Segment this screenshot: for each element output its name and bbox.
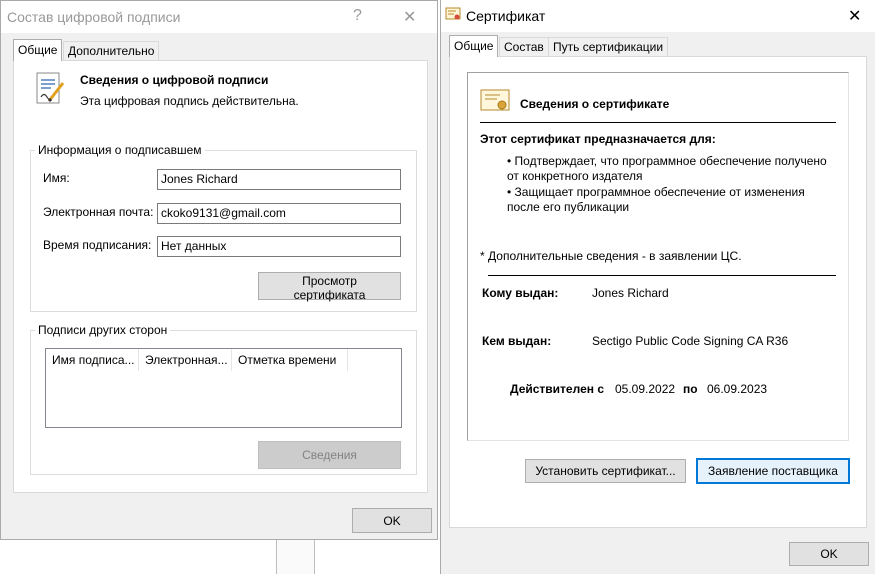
tab-details[interactable]: Состав [499, 37, 549, 57]
ok-button[interactable]: OK [352, 508, 432, 533]
signing-time-field[interactable]: Нет данных [157, 236, 401, 257]
tab-certification-path[interactable]: Путь сертификации [548, 37, 669, 57]
column-header-timestamp[interactable]: Отметка времени [232, 349, 348, 371]
name-field[interactable]: Jones Richard [157, 169, 401, 190]
signature-heading: Сведения о цифровой подписи [80, 73, 269, 87]
window-title: Сертификат [466, 8, 546, 24]
valid-to-label: по [683, 382, 698, 396]
purpose-bullet-1: • Подтверждает, что программное обеспече… [507, 154, 827, 168]
ca-statement-note: * Дополнительные сведения - в заявлении … [480, 249, 742, 263]
signature-status: Эта цифровая подпись действительна. [80, 94, 299, 108]
countersignatures-list[interactable]: Имя подписа... Электронная... Отметка вр… [45, 348, 402, 428]
issued-to-label: Кому выдан: [482, 286, 559, 300]
purpose-bullet-2-continued: после его публикации [507, 200, 630, 214]
email-field[interactable]: ckoko9131@gmail.com [157, 203, 401, 224]
window-title: Состав цифровой подписи [7, 9, 181, 25]
certificate-heading: Сведения о сертификате [520, 97, 670, 111]
details-button[interactable]: Сведения [258, 441, 401, 469]
ok-button[interactable]: OK [789, 542, 869, 566]
issued-to-value: Jones Richard [592, 286, 669, 300]
view-certificate-button[interactable]: Просмотр сертификата [258, 272, 401, 302]
signature-details-window: Состав цифровой подписи ? ✕ Общие Дополн… [0, 0, 438, 540]
tab-general[interactable]: Общие [449, 35, 499, 57]
close-icon[interactable]: ✕ [403, 7, 416, 27]
signature-document-icon [35, 71, 65, 107]
valid-from-value: 05.09.2022 [615, 382, 676, 396]
issued-by-value: Sectigo Public Code Signing CA R36 [592, 334, 789, 348]
signer-info-group-title: Информация о подписавшем [35, 143, 205, 157]
tab-panel: Сведения о сертификате Этот сертификат п… [449, 56, 867, 528]
purpose-title: Этот сертификат предназначается для: [480, 132, 716, 146]
close-icon[interactable]: ✕ [848, 6, 861, 26]
email-label: Электронная почта: [43, 205, 154, 219]
name-label: Имя: [43, 171, 70, 185]
divider-top [480, 122, 836, 123]
divider-bottom [488, 275, 836, 276]
valid-to-value: 06.09.2023 [707, 382, 768, 396]
tab-panel: Сведения о цифровой подписи Эта цифровая… [13, 60, 428, 493]
signing-time-label: Время подписания: [43, 238, 152, 252]
tab-advanced[interactable]: Дополнительно [63, 41, 160, 61]
column-header-email[interactable]: Электронная... [139, 349, 232, 371]
valid-from-label: Действителен с [510, 382, 604, 396]
help-button[interactable]: ? [353, 7, 362, 25]
tab-general[interactable]: Общие [13, 39, 63, 61]
certificate-window: Сертификат ✕ Общие Состав Путь сертифика… [440, 0, 875, 574]
purpose-bullet-2: • Защищает программное обеспечение от из… [507, 185, 805, 199]
purpose-bullet-1-continued: от конкретного издателя [507, 169, 643, 183]
column-header-name[interactable]: Имя подписа... [46, 349, 139, 371]
certificate-info-box: Сведения о сертификате Этот сертификат п… [467, 72, 849, 441]
install-certificate-button[interactable]: Установить сертификат... [525, 459, 686, 483]
certificate-small-icon [445, 6, 461, 22]
title-bar[interactable]: Сертификат ✕ [441, 0, 875, 32]
background-window-edge [276, 540, 315, 574]
certificate-icon [480, 89, 510, 113]
issued-by-label: Кем выдан: [482, 334, 552, 348]
issuer-statement-button[interactable]: Заявление поставщика [696, 458, 850, 484]
title-bar[interactable]: Состав цифровой подписи ? ✕ [1, 1, 437, 33]
countersignatures-group-title: Подписи других сторон [35, 323, 171, 337]
